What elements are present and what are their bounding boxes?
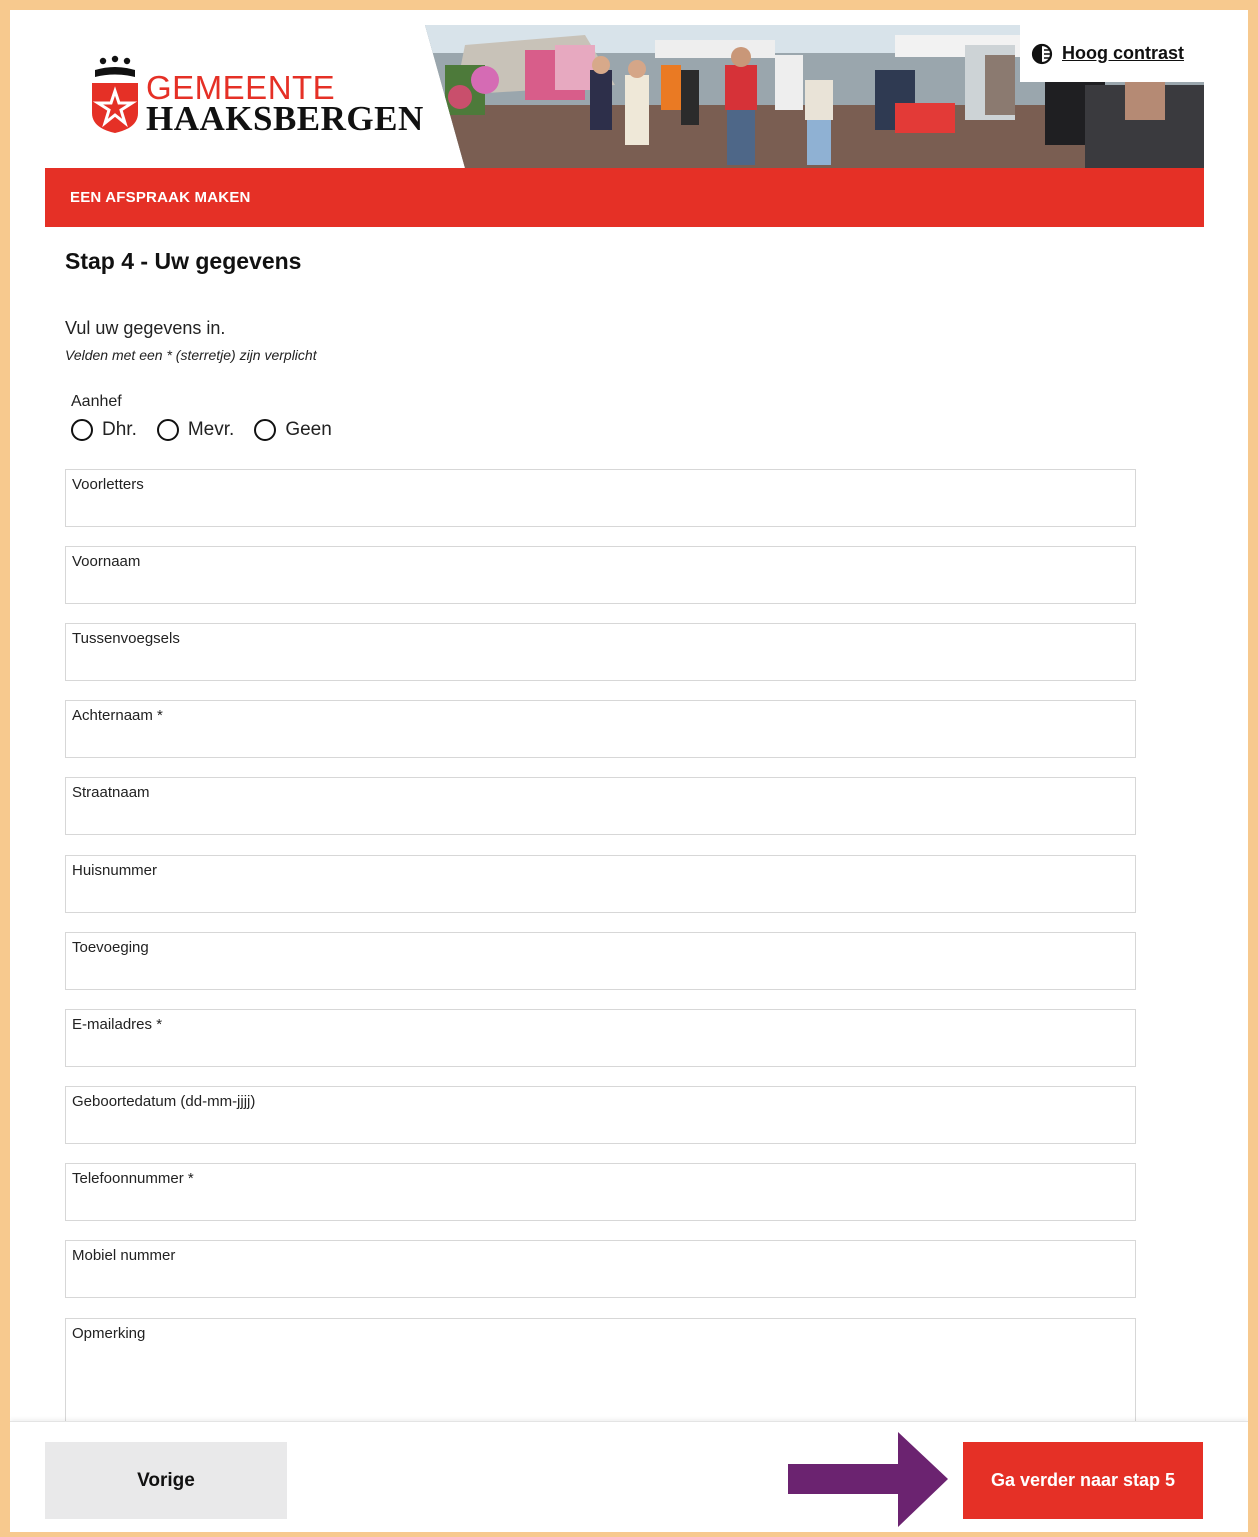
high-contrast-toggle[interactable]: Hoog contrast [1020,25,1204,82]
market-banner-photo: Hoog contrast [425,25,1204,168]
field-label-voorletters: Voorletters [72,476,144,493]
field-geboortedatum[interactable]: Geboortedatum (dd-mm-jjjj) [65,1086,1136,1144]
field-emailadres[interactable]: E-mailadres * [65,1009,1136,1067]
next-step-button[interactable]: Ga verder naar stap 5 [963,1442,1203,1519]
field-label-emailadres: E-mailadres * [72,1016,163,1033]
radio-mevr[interactable]: Mevr. [156,419,235,441]
salutation-label: Aanhef [71,393,122,410]
input-huisnummer[interactable] [72,884,1129,908]
field-label-geboortedatum: Geboortedatum (dd-mm-jjjj) [72,1093,256,1110]
field-huisnummer[interactable]: Huisnummer [65,855,1136,913]
page-frame: GEMEENTE HAAKSBERGEN Hoog contrast EEN A… [10,10,1248,1532]
field-voorletters[interactable]: Voorletters [65,469,1136,527]
field-label-mobiel-nummer: Mobiel nummer [72,1247,176,1264]
crown-shield-icon [92,83,138,133]
field-label-telefoonnummer: Telefoonnummer * [72,1170,194,1187]
field-label-huisnummer: Huisnummer [72,862,158,879]
field-voornaam[interactable]: Voornaam [65,546,1136,604]
field-tussenvoegsels[interactable]: Tussenvoegsels [65,623,1136,681]
field-label-achternaam: Achternaam * [72,707,163,724]
input-voornaam[interactable] [72,575,1129,599]
textarea-opmerking[interactable] [72,1347,1129,1423]
field-label-voornaam: Voornaam [72,553,141,570]
field-opmerking[interactable]: Opmerking [65,1318,1136,1428]
input-emailadres[interactable] [72,1038,1129,1062]
salutation-radio-group: Dhr. Mevr. Geen [71,419,352,441]
municipality-logo[interactable]: GEMEENTE HAAKSBERGEN [90,55,423,145]
section-title: EEN AFSPRAAK MAKEN [70,189,251,206]
step-title: Stap 4 - Uw gegevens [65,248,302,274]
crown-dots-icon [95,55,135,77]
form-intro: Vul uw gegevens in. [65,318,226,338]
input-mobiel-nummer[interactable] [72,1269,1129,1293]
field-label-toevoeging: Toevoeging [72,939,149,956]
field-telefoonnummer[interactable]: Telefoonnummer * [65,1163,1136,1221]
radio-dhr[interactable]: Dhr. [71,419,137,441]
field-achternaam[interactable]: Achternaam * [65,700,1136,758]
radio-button-geen[interactable] [254,419,277,441]
input-voorletters[interactable] [72,498,1129,522]
previous-button[interactable]: Vorige [45,1442,287,1519]
form-footer: Vorige Ga verder naar stap 5 [10,1421,1248,1532]
input-achternaam[interactable] [72,729,1129,753]
site-header: GEMEENTE HAAKSBERGEN Hoog contrast [45,25,1204,168]
field-label-tussenvoegsels: Tussenvoegsels [72,630,180,647]
field-straatnaam[interactable]: Straatnaam [65,777,1136,835]
radio-label-geen: Geen [285,419,332,440]
high-contrast-link[interactable]: Hoog contrast [1062,43,1184,64]
input-toevoeging[interactable] [72,961,1129,985]
field-label-opmerking: Opmerking [72,1325,146,1342]
field-label-straatnaam: Straatnaam [72,784,150,801]
field-toevoeging[interactable]: Toevoeging [65,932,1136,990]
radio-button-dhr[interactable] [71,419,93,441]
radio-label-mevr: Mevr. [187,419,235,440]
input-straatnaam[interactable] [72,806,1129,830]
section-title-bar: EEN AFSPRAAK MAKEN [45,168,1204,227]
input-geboortedatum[interactable] [72,1115,1129,1139]
right-arrow-icon [788,1432,948,1527]
radio-geen[interactable]: Geen [254,419,332,441]
radio-button-mevr[interactable] [156,419,179,441]
radio-label-dhr: Dhr. [102,419,137,440]
input-telefoonnummer[interactable] [72,1192,1129,1216]
required-fields-note: Velden met een * (sterretje) zijn verpli… [65,347,317,363]
logo-text-haaksbergen: HAAKSBERGEN [146,99,424,138]
field-mobiel-nummer[interactable]: Mobiel nummer [65,1240,1136,1298]
input-tussenvoegsels[interactable] [72,652,1129,676]
contrast-icon [1031,43,1053,64]
